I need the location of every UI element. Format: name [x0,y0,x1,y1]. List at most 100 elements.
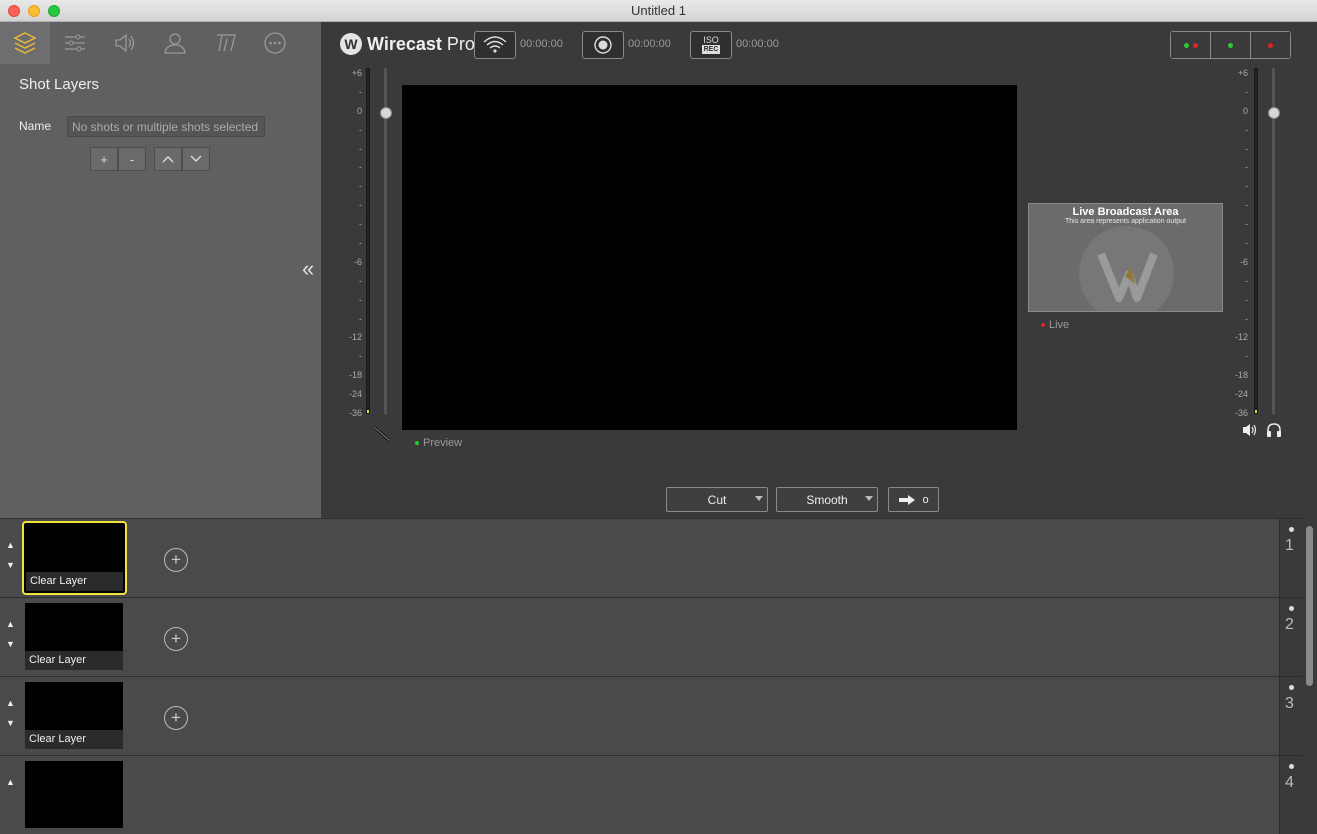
layer-number[interactable]: 2 [1279,597,1303,676]
arrow-up-icon[interactable]: ▲ [6,535,15,555]
meter-tick-label: -6 [1239,256,1248,267]
scrollbar-thumb[interactable] [1306,526,1313,686]
preview-audio-meter [366,68,370,414]
cut-transition-select[interactable]: Cut [666,487,768,512]
meter-tick-label: -24 [348,389,362,400]
meter-tick-label: - [1245,124,1248,135]
headphones-icon[interactable] [1266,422,1282,438]
arrow-up-icon[interactable]: ▲ [6,693,15,713]
layer-reorder[interactable]: ▲ [6,772,15,792]
status-live[interactable] [1251,32,1290,58]
layer-number[interactable]: 3 [1279,676,1303,755]
move-down-button[interactable] [182,147,210,171]
meter-tick-label: - [359,238,362,248]
meter-tick-label: - [359,86,362,97]
tab-titles[interactable] [200,22,250,64]
text-icon [217,34,236,52]
arrow-down-icon[interactable]: ▼ [6,634,15,654]
status-preview[interactable] [1211,32,1251,58]
shot-thumbnail[interactable] [25,761,123,828]
shot-thumbnail[interactable]: Clear Layer [22,521,127,595]
tab-people[interactable] [150,22,200,64]
status-both[interactable] [1171,32,1211,58]
add-shot-button[interactable]: + [164,627,188,651]
iso-record-button[interactable]: ISO REC [690,31,732,59]
iso-time: 00:00:00 [736,38,779,50]
live-subtitle: This area represents application output [1064,218,1187,225]
add-shot-button[interactable]: + [164,706,188,730]
live-text: Live [1049,319,1070,331]
smooth-transition-select[interactable]: Smooth [776,487,878,512]
meter-tick-label: - [1245,294,1248,305]
dot-icon [1289,764,1294,769]
layers-scrollbar[interactable] [1303,518,1317,778]
layer-row: ▲ [0,755,1279,834]
panel-title: Shot Layers [19,76,100,93]
live-audio-meter [1254,68,1258,414]
meter-tick-label: - [1245,238,1248,248]
tab-audio[interactable] [100,22,150,64]
shot-label: Clear Layer [25,730,123,749]
meter-tick-label: -6 [353,256,362,267]
wirecast-watermark-icon [1079,226,1174,311]
layer-reorder[interactable]: ▲ ▼ [6,614,15,654]
arrow-up-icon[interactable]: ▲ [6,614,15,634]
shot-thumbnail[interactable]: Clear Layer [25,603,123,670]
layer-row: ▲ ▼ Clear Layer + [0,597,1279,676]
stream-button[interactable] [474,31,516,59]
preview-volume-slider[interactable] [380,107,392,119]
add-shot-button[interactable]: + [164,548,188,572]
collapse-panel-button[interactable]: « [302,256,314,282]
sliders-icon [65,34,85,52]
speaker-icon[interactable] [1242,422,1258,438]
move-up-button[interactable] [154,147,182,171]
meter-tick-label: -36 [1234,408,1248,418]
meter-tick-label: - [1245,313,1248,324]
remove-layer-button[interactable]: - [118,147,146,171]
dot-icon [1289,606,1294,611]
meter-tick-label: - [359,124,362,135]
live-monitor[interactable]: Live Broadcast Area This area represents… [1028,203,1223,312]
layer-row: ▲ ▼ Clear Layer + [0,518,1279,597]
layer-reorder[interactable]: ▲ ▼ [6,693,15,733]
shot-thumbnail[interactable]: Clear Layer [25,682,123,749]
arrow-up-icon[interactable]: ▲ [6,772,15,792]
preview-meter-scale: +6 - 0 - - - - - - - -6 - - - -12 - -18 -24 -36 [340,68,362,418]
tab-properties[interactable] [50,22,100,64]
green-dot-icon [1183,42,1189,48]
name-field[interactable]: No shots or multiple shots selected [67,116,265,137]
record-button[interactable] [582,31,624,59]
meter-tick-label: - [1245,143,1248,154]
layer-number[interactable]: 1 [1279,518,1303,597]
green-dot-icon [1228,42,1233,48]
preview-text: Preview [423,437,463,449]
person-icon [164,33,186,54]
layer-reorder[interactable]: ▲ ▼ [6,535,15,575]
live-title: Live Broadcast Area [1072,206,1179,218]
go-button[interactable]: o [888,487,939,512]
meter-tick-label: - [1245,86,1248,97]
stream-time: 00:00:00 [520,38,563,50]
layer-number[interactable]: 4 [1279,755,1303,834]
mute-icon[interactable] [372,425,392,443]
meter-tick-label: - [359,200,362,211]
tab-more[interactable] [250,22,300,64]
meter-tick-label: -12 [1234,332,1248,343]
brand-text: Wirecast [367,33,442,54]
meter-tick-label: - [359,181,362,192]
preview-volume-track [384,68,387,414]
meter-tick-label: 0 [356,105,362,116]
add-layer-button[interactable]: + [90,147,118,171]
output-status-group [1170,31,1291,59]
iso-rec-label: REC [701,45,721,54]
panel-tabs [0,22,321,64]
tab-layers[interactable] [0,22,50,64]
smooth-label: Smooth [806,492,848,507]
preview-monitor[interactable] [402,85,1017,430]
meter-tick-label: - [359,294,362,305]
arrow-down-icon[interactable]: ▼ [6,713,15,733]
dot-icon [1289,685,1294,690]
meter-tick-label: - [1245,275,1248,286]
arrow-down-icon[interactable]: ▼ [6,555,15,575]
live-volume-slider[interactable] [1268,107,1280,119]
